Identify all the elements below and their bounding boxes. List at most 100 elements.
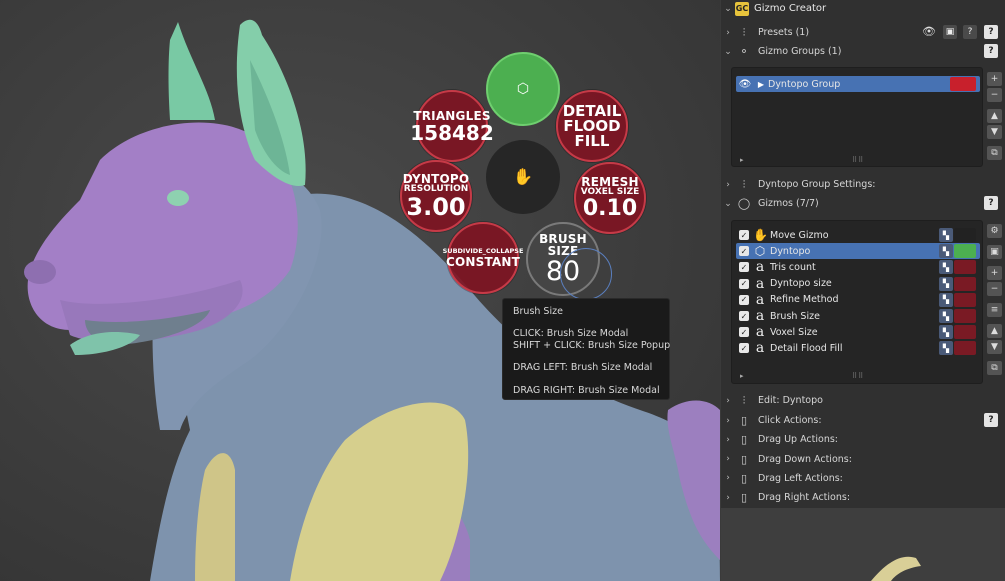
eye-icon[interactable]: 👁: [922, 25, 936, 38]
action-section[interactable]: › ▯ Click Actions:: [721, 411, 1005, 430]
pie-triangles[interactable]: TRIANGLES 158482: [410, 90, 494, 162]
gizmo-color-swatch[interactable]: [954, 228, 976, 242]
gizmo-color-swatch[interactable]: [954, 260, 976, 275]
groups-help-button[interactable]: ?: [984, 44, 998, 58]
dog-sculpt-model-continued: [721, 508, 1005, 581]
gizmo-settings-button[interactable]: ⚙: [987, 224, 1002, 238]
gizmo-color-swatch[interactable]: [954, 309, 976, 323]
move-group-up-button[interactable]: ▲: [987, 109, 1002, 123]
enabled-checkbox[interactable]: ✓: [739, 294, 749, 305]
enabled-checkbox[interactable]: ✓: [739, 278, 749, 289]
gizmo-item[interactable]: ✓ a Detail Flood Fill ▚: [736, 340, 980, 356]
add-group-button[interactable]: +: [987, 72, 1002, 86]
gizmo-item[interactable]: ✓ a Refine Method ▚: [736, 292, 980, 308]
3d-viewport[interactable]: ⬡ TRIANGLES 158482 DETAIL FLOOD FILL ✋ D…: [0, 0, 720, 581]
pie-subdivide-collapse[interactable]: SUBDIVIDE_COLLAPSE CONSTANT: [443, 222, 523, 294]
enabled-checkbox[interactable]: ✓: [739, 343, 749, 354]
chevron-right-icon[interactable]: ›: [721, 493, 735, 503]
save-gizmo-button[interactable]: ▣: [987, 245, 1002, 259]
chevron-right-icon[interactable]: ›: [721, 435, 735, 445]
copy-group-button[interactable]: ⧉: [987, 146, 1002, 160]
gizmo-item[interactable]: ✓ a Voxel Size ▚: [736, 324, 980, 340]
gizmo-item[interactable]: ✓ a Brush Size ▚: [736, 308, 980, 324]
action-section[interactable]: › ▯ Drag Down Actions:: [721, 450, 1005, 469]
help-preset-button[interactable]: ?: [963, 25, 977, 39]
chevron-down-icon[interactable]: ⌄: [721, 199, 735, 209]
expand-list-icon[interactable]: ▸: [740, 372, 744, 380]
gizmo-type-icon[interactable]: ▚: [939, 309, 953, 323]
chevron-right-icon[interactable]: ›: [721, 396, 735, 406]
add-gizmo-button[interactable]: +: [987, 266, 1002, 280]
save-preset-button[interactable]: ▣: [943, 25, 957, 39]
pie-detail-flood-fill[interactable]: DETAIL FLOOD FILL: [556, 90, 628, 162]
copy-icon: ⧉: [991, 148, 998, 158]
gizmo-type-icon[interactable]: ▚: [939, 276, 953, 291]
gizmo-type-icon[interactable]: ▚: [939, 260, 953, 275]
gizmo-item[interactable]: ✓ ⬡ Dyntopo ▚: [736, 243, 980, 260]
resize-grip-icon[interactable]: ⠿⠿: [852, 156, 864, 164]
plus-icon: +: [990, 268, 999, 278]
gizmo-item[interactable]: ✓ a Dyntopo size ▚: [736, 276, 980, 292]
panel-header[interactable]: ⌄ GC Gizmo Creator: [721, 0, 1005, 17]
gizmo-item[interactable]: ✓ ✋ Move Gizmo ▚: [736, 227, 980, 243]
enabled-checkbox[interactable]: ✓: [739, 311, 749, 321]
gizmo-color-swatch[interactable]: [954, 325, 976, 340]
gizmo-color-swatch[interactable]: [954, 244, 976, 259]
gizmo-type-icon[interactable]: ▚: [939, 325, 953, 340]
pie-remesh-voxel-size[interactable]: REMESH VOXEL SIZE 0.10: [574, 162, 646, 234]
gizmo-type-icon[interactable]: ▚: [939, 244, 953, 259]
gizmo-type-icon[interactable]: ▚: [939, 292, 953, 307]
expand-list-icon[interactable]: ▸: [740, 156, 744, 164]
chevron-right-icon[interactable]: ›: [721, 28, 735, 38]
move-gizmo-down-button[interactable]: ▼: [987, 340, 1002, 354]
pie-center-move[interactable]: ✋: [486, 140, 560, 214]
text-icon: a: [755, 308, 765, 324]
doc-preset-button[interactable]: ?: [984, 25, 998, 39]
gizmo-color-swatch[interactable]: [954, 341, 976, 356]
action-section[interactable]: › ▯ Drag Right Actions:: [721, 488, 1005, 507]
gizmo-type-icon[interactable]: ▚: [939, 228, 953, 242]
gizmo-type-icon[interactable]: ▚: [939, 341, 953, 356]
chevron-down-icon[interactable]: ⌄: [721, 4, 735, 14]
pie-dyntopo-resolution[interactable]: DYNTOPO RESOLUTION 3.00: [400, 160, 472, 232]
gizmos-list[interactable]: ✓ ✋ Move Gizmo ▚ ✓ ⬡ Dyntopo ▚ ✓ a Tris count ▚ ✓ a Dy…: [731, 220, 983, 384]
enabled-checkbox[interactable]: ✓: [739, 327, 749, 338]
resize-grip-icon[interactable]: ⠿⠿: [852, 372, 864, 380]
gizmo-color-swatch[interactable]: [954, 276, 976, 291]
text-icon: a: [755, 275, 765, 292]
copy-gizmo-button[interactable]: ⧉: [987, 361, 1002, 375]
pie-dyntopo-toggle[interactable]: ⬡: [486, 52, 560, 126]
action-section[interactable]: › ▯ Drag Up Actions:: [721, 430, 1005, 449]
action-label: Drag Left Actions:: [758, 472, 843, 484]
group-color-swatch[interactable]: [950, 77, 976, 91]
gizmo-groups-list[interactable]: 👁 ▶ Dyntopo Group ▸ ⠿⠿: [731, 67, 983, 167]
action-section[interactable]: › ▯ Drag Left Actions:: [721, 469, 1005, 488]
remove-gizmo-button[interactable]: −: [987, 282, 1002, 296]
group-settings-section[interactable]: › ⫶ Dyntopo Group Settings:: [721, 175, 1005, 194]
gizmo-menu-button[interactable]: ≡: [987, 303, 1002, 317]
save-icon: ▣: [990, 247, 999, 257]
actions-help-button[interactable]: ?: [984, 413, 998, 427]
gizmos-section[interactable]: ⌄ ◯ Gizmos (7/7): [721, 194, 1005, 213]
play-icon[interactable]: ▶: [754, 80, 768, 89]
gizmos-help-button[interactable]: ?: [984, 196, 998, 210]
chevron-right-icon[interactable]: ›: [721, 454, 735, 464]
chevron-right-icon[interactable]: ›: [721, 180, 735, 190]
move-gizmo-up-button[interactable]: ▲: [987, 324, 1002, 338]
gizmo-item[interactable]: ✓ a Tris count ▚: [736, 259, 980, 275]
gizmo-color-swatch[interactable]: [954, 292, 976, 307]
enabled-checkbox[interactable]: ✓: [739, 262, 749, 273]
group-item-dyntopo[interactable]: 👁 ▶ Dyntopo Group: [736, 76, 980, 92]
enabled-checkbox[interactable]: ✓: [739, 246, 749, 257]
move-group-down-button[interactable]: ▼: [987, 125, 1002, 139]
triangles-label: TRIANGLES: [413, 108, 491, 123]
refine-method-value: CONSTANT: [445, 255, 521, 270]
chevron-down-icon[interactable]: ⌄: [721, 47, 735, 57]
chevron-right-icon[interactable]: ›: [721, 416, 735, 426]
remove-group-button[interactable]: −: [987, 88, 1002, 102]
edit-section[interactable]: › ⫶ Edit: Dyntopo: [721, 391, 1005, 410]
enabled-checkbox[interactable]: ✓: [739, 230, 749, 240]
gizmo-groups-section[interactable]: ⌄ ⚬ Gizmo Groups (1): [721, 42, 1005, 61]
chevron-right-icon[interactable]: ›: [721, 473, 735, 483]
eye-icon[interactable]: 👁: [736, 79, 754, 90]
